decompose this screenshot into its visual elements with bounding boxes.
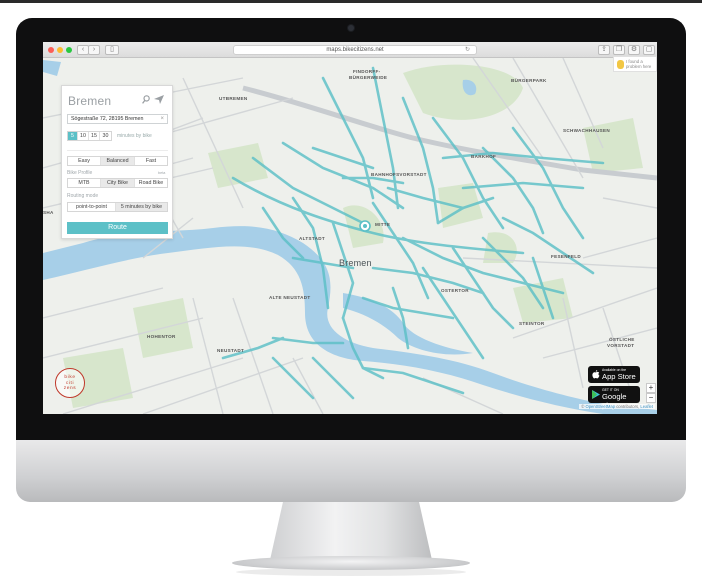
app-store-large-text: App Store xyxy=(602,372,636,381)
logo-line-3: zens xyxy=(63,386,77,392)
problem-report-button[interactable]: I found a problem here xyxy=(613,56,657,72)
map-label-utbremen: UTBREMEN xyxy=(219,96,248,101)
tabs-icon[interactable]: ❐ xyxy=(613,45,625,55)
map-label-findorff: FINDORFF- xyxy=(353,69,381,74)
bike-profile-road[interactable]: Road Bike xyxy=(135,179,167,187)
browser-toolbar: ‹ › ▯ maps.bikecitizens.net ↻ ⇪ ❐ ⚙ ▢ xyxy=(43,42,657,58)
problem-report-text: I found a problem here xyxy=(626,59,652,69)
play-icon xyxy=(592,390,600,399)
monitor-foot xyxy=(232,556,470,570)
address-bar[interactable]: maps.bikecitizens.net ↻ xyxy=(233,45,477,55)
map-label-sha: SHA xyxy=(43,210,54,215)
location-marker[interactable] xyxy=(359,220,371,232)
leaflet-link[interactable]: Leaflet xyxy=(640,404,653,409)
clear-icon[interactable]: × xyxy=(160,115,164,123)
map-label-bahnhofsvorstadt: BAHNHOFSVORSTADT xyxy=(371,172,427,177)
effort-easy[interactable]: Easy xyxy=(68,157,101,165)
bikecitizens-logo: bike citi zens xyxy=(55,368,85,398)
minutes-option-10[interactable]: 10 xyxy=(78,132,89,140)
settings-icon[interactable]: ⚙ xyxy=(628,45,640,55)
sidebar-icon[interactable]: ▯ xyxy=(105,45,119,55)
minutes-option-15[interactable]: 15 xyxy=(89,132,100,140)
bike-profile-label: Bike Profile xyxy=(67,170,93,176)
product-photo: ‹ › ▯ maps.bikecitizens.net ↻ ⇪ ❐ ⚙ ▢ FI… xyxy=(0,0,702,588)
routing-mode-point[interactable]: point-to-point xyxy=(68,203,116,211)
maximize-window-icon[interactable] xyxy=(66,47,72,53)
map-label-buergerweide: BÜRGERWEIDE xyxy=(349,75,388,80)
divider xyxy=(67,150,168,151)
map-label-steintor: STEINTOR xyxy=(519,321,545,326)
map-label-neustadt: NEUSTADT xyxy=(217,348,245,353)
bike-profile-city[interactable]: City Bike xyxy=(101,179,135,187)
effort-fast[interactable]: Fast xyxy=(135,157,167,165)
extension-icon[interactable]: ▢ xyxy=(643,45,655,55)
effort-balanced[interactable]: Balanced xyxy=(101,157,135,165)
map-label-schwachhausen: SCHWACHHAUSEN xyxy=(563,128,611,133)
map-label-buergerpark: BÜRGERPARK xyxy=(511,78,547,83)
camera-icon xyxy=(348,25,354,31)
address-value: Sögestraße 72, 28195 Bremen xyxy=(71,116,144,122)
logo-line-1: bike xyxy=(64,375,76,380)
forward-icon[interactable]: › xyxy=(88,45,100,55)
google-play-badge[interactable]: GET IT ON Google play xyxy=(588,386,640,410)
reload-icon[interactable]: ↻ xyxy=(465,46,470,55)
screen: ‹ › ▯ maps.bikecitizens.net ↻ ⇪ ❐ ⚙ ▢ FI… xyxy=(43,42,657,414)
routing-mode-selector: point-to-point 5 minutes by bike xyxy=(67,202,168,212)
bike-profile-selector: MTB City Bike Road Bike xyxy=(67,178,168,188)
map-label-barkhof: BARKHOF xyxy=(471,154,497,159)
bike-profile-mtb[interactable]: MTB xyxy=(68,179,101,187)
map-attribution: © OpenStreetMap contributors, Leaflet xyxy=(579,404,655,409)
routing-mode-minutes[interactable]: 5 minutes by bike xyxy=(116,203,167,211)
url-text: maps.bikecitizens.net xyxy=(326,47,384,53)
bike-profile-beta: beta xyxy=(158,171,166,175)
apple-icon xyxy=(592,370,600,379)
map-label-altstadt: ALTSTADT xyxy=(299,236,325,241)
routing-mode-label: Routing mode xyxy=(67,193,99,199)
map-label-oestliche: ÖSTLICHE xyxy=(609,337,635,342)
zoom-out-button[interactable]: − xyxy=(646,393,656,403)
minimize-window-icon[interactable] xyxy=(57,47,63,53)
city-title: Bremen xyxy=(68,94,112,108)
minutes-selector: 5 10 15 30 xyxy=(67,131,112,141)
zoom-in-button[interactable]: + xyxy=(646,383,656,393)
top-edge xyxy=(0,0,702,3)
map-label-hohentor: HOHENTOR xyxy=(147,334,176,339)
map-label-mitte: MITTE xyxy=(375,222,391,227)
smiley-icon xyxy=(617,60,624,69)
navigation-icon[interactable] xyxy=(154,95,164,104)
effort-selector: Easy Balanced Fast xyxy=(67,156,168,166)
minutes-option-5[interactable]: 5 xyxy=(68,132,78,140)
minutes-option-30[interactable]: 30 xyxy=(100,132,111,140)
share-icon[interactable]: ⇪ xyxy=(598,45,610,55)
attribution-mid: contributors, xyxy=(616,404,640,409)
logo-line-2: citi xyxy=(65,380,75,386)
monitor-stand xyxy=(270,502,432,560)
address-input[interactable]: Sögestraße 72, 28195 Bremen × xyxy=(67,114,168,124)
osm-link[interactable]: OpenStreetMap xyxy=(585,404,615,409)
attribution-prefix: © xyxy=(581,404,585,409)
map-label-fesenfeld: FESENFELD xyxy=(551,254,582,259)
map-label-vorstadt: VORSTADT xyxy=(607,343,635,348)
route-button[interactable]: Route xyxy=(67,222,168,234)
app-store-badge[interactable]: Available on the App Store xyxy=(588,366,640,383)
map-label-ostertor: OSTERTOR xyxy=(441,288,469,293)
close-window-icon[interactable] xyxy=(48,47,54,53)
map-label-city: Bremen xyxy=(339,258,372,268)
search-icon[interactable] xyxy=(142,95,150,104)
monitor-chin xyxy=(16,440,686,502)
route-panel: Bremen Sögestraße 72, 28195 Bremen × 5 1… xyxy=(61,85,173,239)
map-label-alte-neustadt: ALTE NEUSTADT xyxy=(269,295,311,300)
minutes-caption: minutes by bike xyxy=(117,133,152,139)
